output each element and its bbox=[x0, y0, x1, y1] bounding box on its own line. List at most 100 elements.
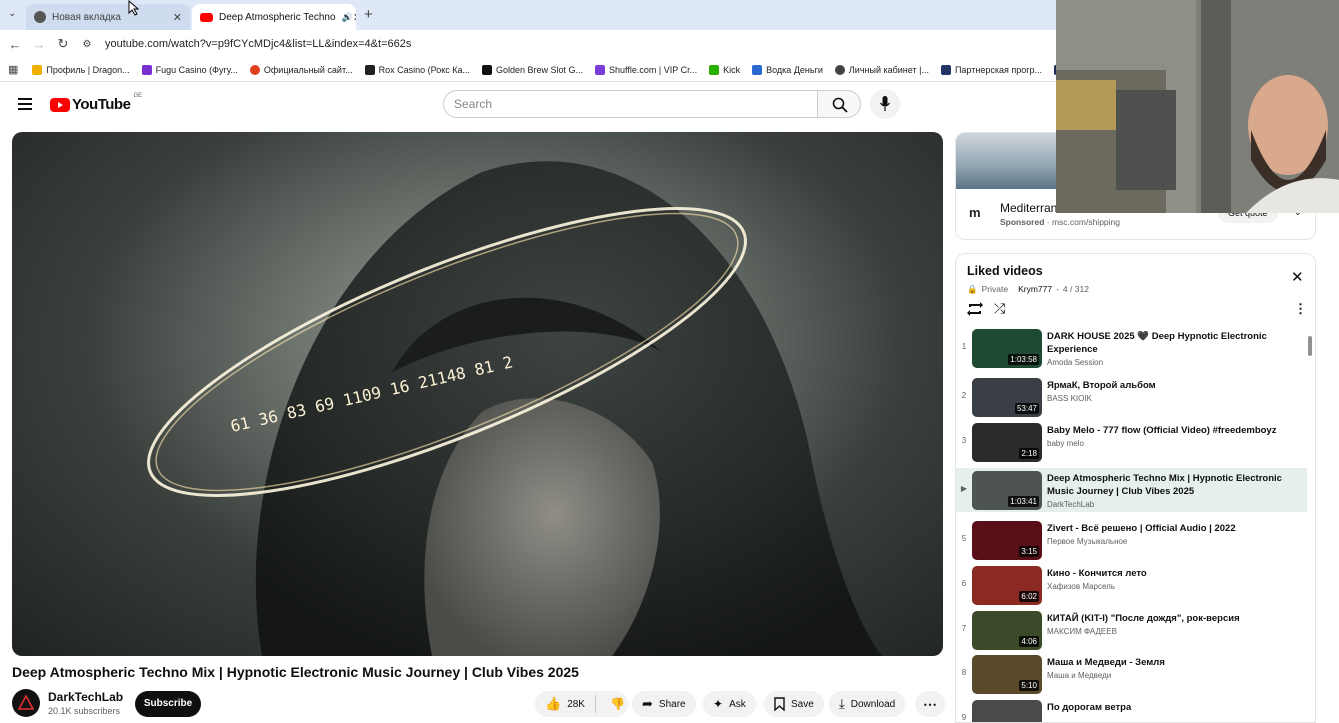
video-thumbnail[interactable]: 5:10 bbox=[972, 655, 1042, 694]
video-duration: 1:03:41 bbox=[1008, 496, 1039, 507]
playlist-item-title[interactable]: Кино - Кончится лето bbox=[1047, 567, 1297, 580]
bookmark-favicon-icon bbox=[482, 64, 492, 75]
thumbs-up-icon: 👍 bbox=[545, 696, 562, 711]
loop-icon[interactable] bbox=[966, 301, 984, 317]
playlist-item-index: ▶ bbox=[960, 484, 968, 493]
playlist-item-title[interactable]: КИТАЙ (KIT-I) "После дождя", рок-версия bbox=[1047, 612, 1297, 625]
video-thumbnail[interactable]: 4:06 bbox=[972, 611, 1042, 650]
search-button[interactable] bbox=[817, 90, 861, 118]
bookmark-item[interactable]: Личный кабинет |... bbox=[834, 64, 929, 75]
ask-button[interactable]: ✦ Ask bbox=[703, 691, 756, 717]
bookmark-favicon-icon bbox=[141, 64, 152, 75]
youtube-logo[interactable]: YouTube GE bbox=[50, 93, 143, 113]
playlist-item-title[interactable]: ЯрмаК, Второй альбом bbox=[1047, 379, 1297, 392]
playlist-item[interactable]: 9 По дорогам ветра bbox=[956, 697, 1307, 722]
shuffle-icon[interactable]: ⤮ bbox=[994, 300, 1005, 317]
save-button[interactable]: Save bbox=[764, 691, 824, 717]
download-label: Download bbox=[850, 698, 896, 710]
playlist-item-index: 7 bbox=[961, 624, 967, 633]
video-frame-hooded-figure: 61 36 83 69 1109 16 21148 81 2 bbox=[147, 161, 882, 656]
share-button[interactable]: ➦ Share bbox=[632, 691, 696, 717]
thumbs-down-icon: 👎 bbox=[609, 697, 625, 711]
bookmark-item[interactable]: Fugu Casino (Фугу... bbox=[141, 64, 238, 75]
playlist-title: Liked videos bbox=[967, 264, 1043, 278]
more-actions-button[interactable]: ⋯ bbox=[915, 691, 945, 717]
bookmark-item[interactable]: Партнерская прогр... bbox=[940, 64, 1042, 75]
bookmark-item[interactable]: Официальный сайт... bbox=[249, 64, 353, 75]
apps-grid-icon[interactable]: ▦ bbox=[8, 63, 18, 76]
playlist-item-index: 2 bbox=[961, 391, 967, 400]
bookmark-item[interactable]: Golden Brew Slot G... bbox=[482, 64, 583, 75]
playlist-item-title[interactable]: По дорогам ветра bbox=[1047, 701, 1297, 714]
playlist-item[interactable]: 2 53:47 ЯрмаК, Второй альбом BASS KIOIK bbox=[956, 375, 1307, 419]
save-label: Save bbox=[791, 698, 814, 710]
playlist-item-title[interactable]: DARK HOUSE 2025 🖤 Deep Hypnotic Electron… bbox=[1047, 330, 1297, 356]
video-player[interactable]: 61 36 83 69 1109 16 21148 81 2 bbox=[12, 132, 943, 656]
playlist-item-title[interactable]: Маша и Медведи - Земля bbox=[1047, 656, 1297, 669]
playlist-item[interactable]: 8 5:10 Маша и Медведи - Земля Маша и Медвед… bbox=[956, 652, 1307, 696]
bookmark-favicon-icon bbox=[249, 64, 260, 75]
forward-icon[interactable]: → bbox=[27, 37, 51, 52]
download-icon: ⤓ bbox=[839, 696, 845, 711]
playlist-position: 4 / 312 bbox=[1062, 284, 1089, 294]
tab-list-chevron-icon[interactable]: ⌄ bbox=[8, 8, 16, 19]
tab-youtube[interactable]: Deep Atmospheric Techno 🔊 ✕ bbox=[192, 4, 356, 30]
video-thumbnail[interactable]: 3:15 bbox=[972, 521, 1042, 560]
playlist-item[interactable]: 6 6:02 Кино - Кончится лето Хафизов Марсель bbox=[956, 563, 1307, 607]
playlist-item[interactable]: 3 2:18 Baby Melo - 777 flow (Official Vide… bbox=[956, 420, 1307, 464]
close-playlist-icon[interactable]: ✕ bbox=[1291, 268, 1304, 286]
bookmark-favicon-icon bbox=[834, 64, 845, 75]
site-info-icon[interactable]: ⚙ bbox=[75, 39, 99, 50]
playlist-item[interactable]: 1 1:03:58 DARK HOUSE 2025 🖤 Deep Hypnotic … bbox=[956, 326, 1307, 370]
video-thumbnail[interactable]: 53:47 bbox=[972, 378, 1042, 417]
more-horizontal-icon: ⋯ bbox=[923, 695, 937, 712]
playlist-item[interactable]: 7 4:06 КИТАЙ (KIT-I) "После дождя", рок-ве… bbox=[956, 608, 1307, 652]
playlist-owner[interactable]: Krym777 bbox=[1018, 284, 1052, 295]
new-tab-plus-icon[interactable]: + bbox=[364, 6, 373, 23]
subscribe-button[interactable]: Subscribe bbox=[135, 691, 201, 717]
playlist-item-title[interactable]: Deep Atmospheric Techno Mix | Hypnotic E… bbox=[1047, 472, 1297, 498]
tab-new-tab[interactable]: Новая вкладка ✕ bbox=[26, 4, 190, 30]
channel-avatar[interactable] bbox=[12, 689, 40, 717]
video-thumbnail[interactable]: 6:02 bbox=[972, 566, 1042, 605]
video-thumbnail[interactable]: 1:03:41 bbox=[972, 471, 1042, 510]
video-duration: 6:02 bbox=[1019, 591, 1039, 602]
playlist-more-icon[interactable]: ⋮ bbox=[1294, 301, 1307, 317]
reload-icon[interactable]: ↻ bbox=[51, 36, 75, 52]
bookmark-item[interactable]: Профиль | Dragon... bbox=[32, 64, 130, 75]
playlist-item-title[interactable]: Baby Melo - 777 flow (Official Video) #f… bbox=[1047, 424, 1297, 437]
voice-search-button[interactable] bbox=[870, 89, 900, 119]
playlist-item-index: 5 bbox=[961, 534, 967, 543]
speaker-icon[interactable]: 🔊 bbox=[342, 12, 353, 23]
playlist-item[interactable]: ▶ 1:03:41 Deep Atmospheric Techno Mix | Hy… bbox=[956, 468, 1307, 512]
youtube-favicon-icon bbox=[200, 12, 213, 22]
bookmark-favicon-icon bbox=[709, 64, 720, 75]
close-icon[interactable]: ✕ bbox=[173, 11, 182, 24]
bookmark-item[interactable]: Водка Деньги bbox=[752, 64, 823, 75]
video-thumbnail[interactable]: 1:03:58 bbox=[972, 329, 1042, 368]
bookmark-item[interactable]: Kick bbox=[709, 64, 740, 75]
bookmark-favicon-icon bbox=[752, 64, 763, 75]
like-button[interactable]: 👍 28K bbox=[535, 695, 596, 713]
video-thumbnail[interactable]: 2:18 bbox=[972, 423, 1042, 462]
playlist-meta: 🔒 Private Krym777 - 4 / 312 bbox=[967, 284, 1089, 295]
scrollbar-thumb[interactable] bbox=[1308, 336, 1312, 356]
playlist-item-title[interactable]: Zivert - Всё решено | Official Audio | 2… bbox=[1047, 522, 1297, 535]
webcam-overlay bbox=[1056, 0, 1339, 213]
dislike-button[interactable]: 👎 bbox=[602, 697, 633, 711]
url-field[interactable]: youtube.com/watch?v=p9fCYcMDjc4&list=LL&… bbox=[105, 38, 411, 50]
mouse-cursor-icon bbox=[128, 0, 140, 16]
video-duration: 53:47 bbox=[1014, 403, 1039, 414]
channel-name[interactable]: DarkTechLab bbox=[48, 690, 123, 704]
search-input[interactable]: Search bbox=[443, 90, 818, 118]
download-button[interactable]: ⤓ Download bbox=[829, 691, 906, 717]
playlist-item[interactable]: 5 3:15 Zivert - Всё решено | Official Audi… bbox=[956, 518, 1307, 562]
close-icon[interactable]: ✕ bbox=[353, 11, 356, 24]
bookmark-item[interactable]: Shuffle.com | VIP Cr... bbox=[595, 64, 697, 75]
bookmark-item[interactable]: Rox Casino (Рокс Ка... bbox=[364, 64, 470, 75]
menu-hamburger-icon[interactable] bbox=[18, 98, 32, 110]
region-code: GE bbox=[133, 93, 143, 99]
playlist-scrollbar[interactable] bbox=[1307, 326, 1313, 722]
tab-label: Новая вкладка bbox=[52, 11, 121, 23]
back-icon[interactable]: ← bbox=[3, 37, 27, 52]
